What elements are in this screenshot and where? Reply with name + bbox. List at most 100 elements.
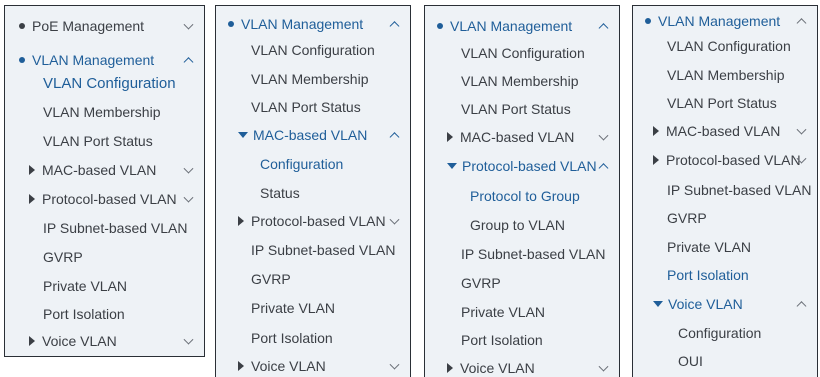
menu-label: VLAN Configuration [667, 38, 791, 54]
menu-label: OUI [678, 353, 703, 369]
menu-protocol-based-vlan[interactable]: Protocol-based VLAN [425, 154, 619, 178]
menu-label: VLAN Management [450, 18, 573, 34]
menu-label: VLAN Membership [251, 71, 369, 87]
menu-vlan-membership[interactable]: VLAN Membership [216, 67, 410, 91]
menu-protocol-based-vlan[interactable]: Protocol-based VLAN [633, 148, 817, 172]
menu-vlan-configuration[interactable]: VLAN Configuration [216, 38, 410, 62]
chevron-up-icon[interactable] [598, 23, 609, 34]
menu-label: Private VLAN [667, 239, 752, 255]
menu-vlan-management[interactable]: VLAN Management [425, 14, 619, 38]
menu-gvrp[interactable]: GVRP [5, 245, 204, 269]
menu-voice-vlan[interactable]: Voice VLAN [216, 354, 410, 377]
menu-mac-based-vlan[interactable]: MAC-based VLAN [216, 123, 410, 147]
menu-vlan-port-status[interactable]: VLAN Port Status [5, 129, 204, 153]
caret-right-icon [653, 155, 659, 165]
menu-private-vlan[interactable]: Private VLAN [5, 274, 204, 298]
menu-voice-oui[interactable]: OUI [633, 349, 817, 373]
chevron-down-icon[interactable] [389, 359, 400, 370]
menu-label: Port Isolation [667, 267, 749, 283]
menu-label: IP Subnet-based VLAN [251, 242, 396, 258]
chevron-down-icon[interactable] [183, 334, 194, 345]
caret-right-icon [238, 216, 244, 226]
caret-down-icon [653, 301, 663, 307]
chevron-down-icon[interactable] [598, 361, 609, 372]
chevron-down-icon[interactable] [598, 130, 609, 141]
menu-label: Voice VLAN [460, 360, 535, 376]
menu-label: Configuration [678, 325, 762, 341]
menu-voice-configuration[interactable]: Configuration [633, 321, 817, 345]
menu-mac-based-vlan[interactable]: MAC-based VLAN [633, 119, 817, 143]
chevron-down-icon[interactable] [183, 19, 194, 30]
menu-vlan-port-status[interactable]: VLAN Port Status [633, 91, 817, 115]
menu-label: MAC-based VLAN [460, 129, 575, 145]
menu-ip-subnet-based-vlan[interactable]: IP Subnet-based VLAN [425, 242, 619, 266]
menu-gvrp[interactable]: GVRP [633, 206, 817, 230]
menu-vlan-port-status[interactable]: VLAN Port Status [425, 97, 619, 121]
sidebar-panel-2: VLAN Management VLAN Configuration VLAN … [215, 5, 411, 377]
menu-port-isolation[interactable]: Port Isolation [216, 326, 410, 350]
menu-port-isolation[interactable]: Port Isolation [633, 263, 817, 287]
caret-down-icon [238, 132, 248, 138]
menu-label: VLAN Management [658, 13, 781, 29]
bullet-icon [19, 23, 25, 29]
menu-voice-vlan[interactable]: Voice VLAN [5, 329, 204, 353]
menu-vlan-management[interactable]: VLAN Management [633, 9, 817, 33]
menu-private-vlan[interactable]: Private VLAN [425, 300, 619, 324]
menu-label: VLAN Configuration [251, 42, 375, 58]
menu-vlan-management[interactable]: VLAN Management [5, 48, 204, 72]
menu-mac-status[interactable]: Status [216, 181, 410, 205]
menu-gvrp[interactable]: GVRP [216, 267, 410, 291]
menu-label: VLAN Membership [667, 67, 785, 83]
menu-vlan-configuration[interactable]: VLAN Configuration [425, 41, 619, 65]
bullet-icon [437, 23, 443, 29]
menu-voice-vlan[interactable]: Voice VLAN [633, 292, 817, 316]
menu-poe-management[interactable]: PoE Management [5, 14, 204, 38]
menu-vlan-membership[interactable]: VLAN Membership [633, 63, 817, 87]
menu-private-vlan[interactable]: Private VLAN [633, 235, 817, 259]
caret-down-icon [447, 163, 457, 169]
menu-label: MAC-based VLAN [253, 127, 368, 143]
menu-label: Voice VLAN [42, 333, 117, 349]
menu-label: Voice VLAN [251, 358, 326, 374]
chevron-down-icon[interactable] [389, 214, 400, 225]
menu-label: Port Isolation [251, 330, 333, 346]
menu-mac-based-vlan[interactable]: MAC-based VLAN [5, 158, 204, 182]
chevron-up-icon[interactable] [183, 57, 194, 68]
menu-protocol-to-group[interactable]: Protocol to Group [425, 184, 619, 208]
menu-label: Configuration [260, 156, 344, 172]
menu-label: VLAN Management [241, 16, 364, 32]
chevron-up-icon[interactable] [796, 301, 807, 312]
menu-vlan-management[interactable]: VLAN Management [216, 12, 410, 36]
menu-vlan-membership[interactable]: VLAN Membership [425, 69, 619, 93]
menu-vlan-configuration[interactable]: VLAN Configuration [633, 34, 817, 58]
caret-right-icon [447, 363, 453, 373]
menu-vlan-configuration[interactable]: VLAN Configuration [5, 71, 204, 95]
menu-protocol-based-vlan[interactable]: Protocol-based VLAN [216, 209, 410, 233]
caret-right-icon [653, 126, 659, 136]
chevron-down-icon[interactable] [183, 192, 194, 203]
menu-mac-based-vlan[interactable]: MAC-based VLAN [425, 125, 619, 149]
menu-mac-configuration[interactable]: Configuration [216, 152, 410, 176]
menu-ip-subnet-based-vlan[interactable]: IP Subnet-based VLAN [633, 178, 817, 202]
chevron-up-icon[interactable] [389, 132, 400, 143]
menu-label: GVRP [667, 210, 707, 226]
menu-gvrp[interactable]: GVRP [425, 271, 619, 295]
menu-ip-subnet-based-vlan[interactable]: IP Subnet-based VLAN [5, 216, 204, 240]
menu-private-vlan[interactable]: Private VLAN [216, 296, 410, 320]
caret-right-icon [29, 336, 35, 346]
menu-voice-vlan[interactable]: Voice VLAN [425, 356, 619, 377]
chevron-up-icon[interactable] [796, 18, 807, 29]
menu-label: Protocol-based VLAN [251, 213, 386, 229]
menu-vlan-port-status[interactable]: VLAN Port Status [216, 95, 410, 119]
chevron-up-icon[interactable] [389, 21, 400, 32]
menu-vlan-membership[interactable]: VLAN Membership [5, 100, 204, 124]
menu-port-isolation[interactable]: Port Isolation [425, 328, 619, 352]
menu-protocol-based-vlan[interactable]: Protocol-based VLAN [5, 187, 204, 211]
menu-label: IP Subnet-based VLAN [461, 246, 606, 262]
menu-group-to-vlan[interactable]: Group to VLAN [425, 213, 619, 237]
chevron-down-icon[interactable] [796, 124, 807, 135]
menu-ip-subnet-based-vlan[interactable]: IP Subnet-based VLAN [216, 238, 410, 262]
chevron-down-icon[interactable] [183, 163, 194, 174]
menu-port-isolation[interactable]: Port Isolation [5, 302, 204, 326]
chevron-up-icon[interactable] [598, 163, 609, 174]
